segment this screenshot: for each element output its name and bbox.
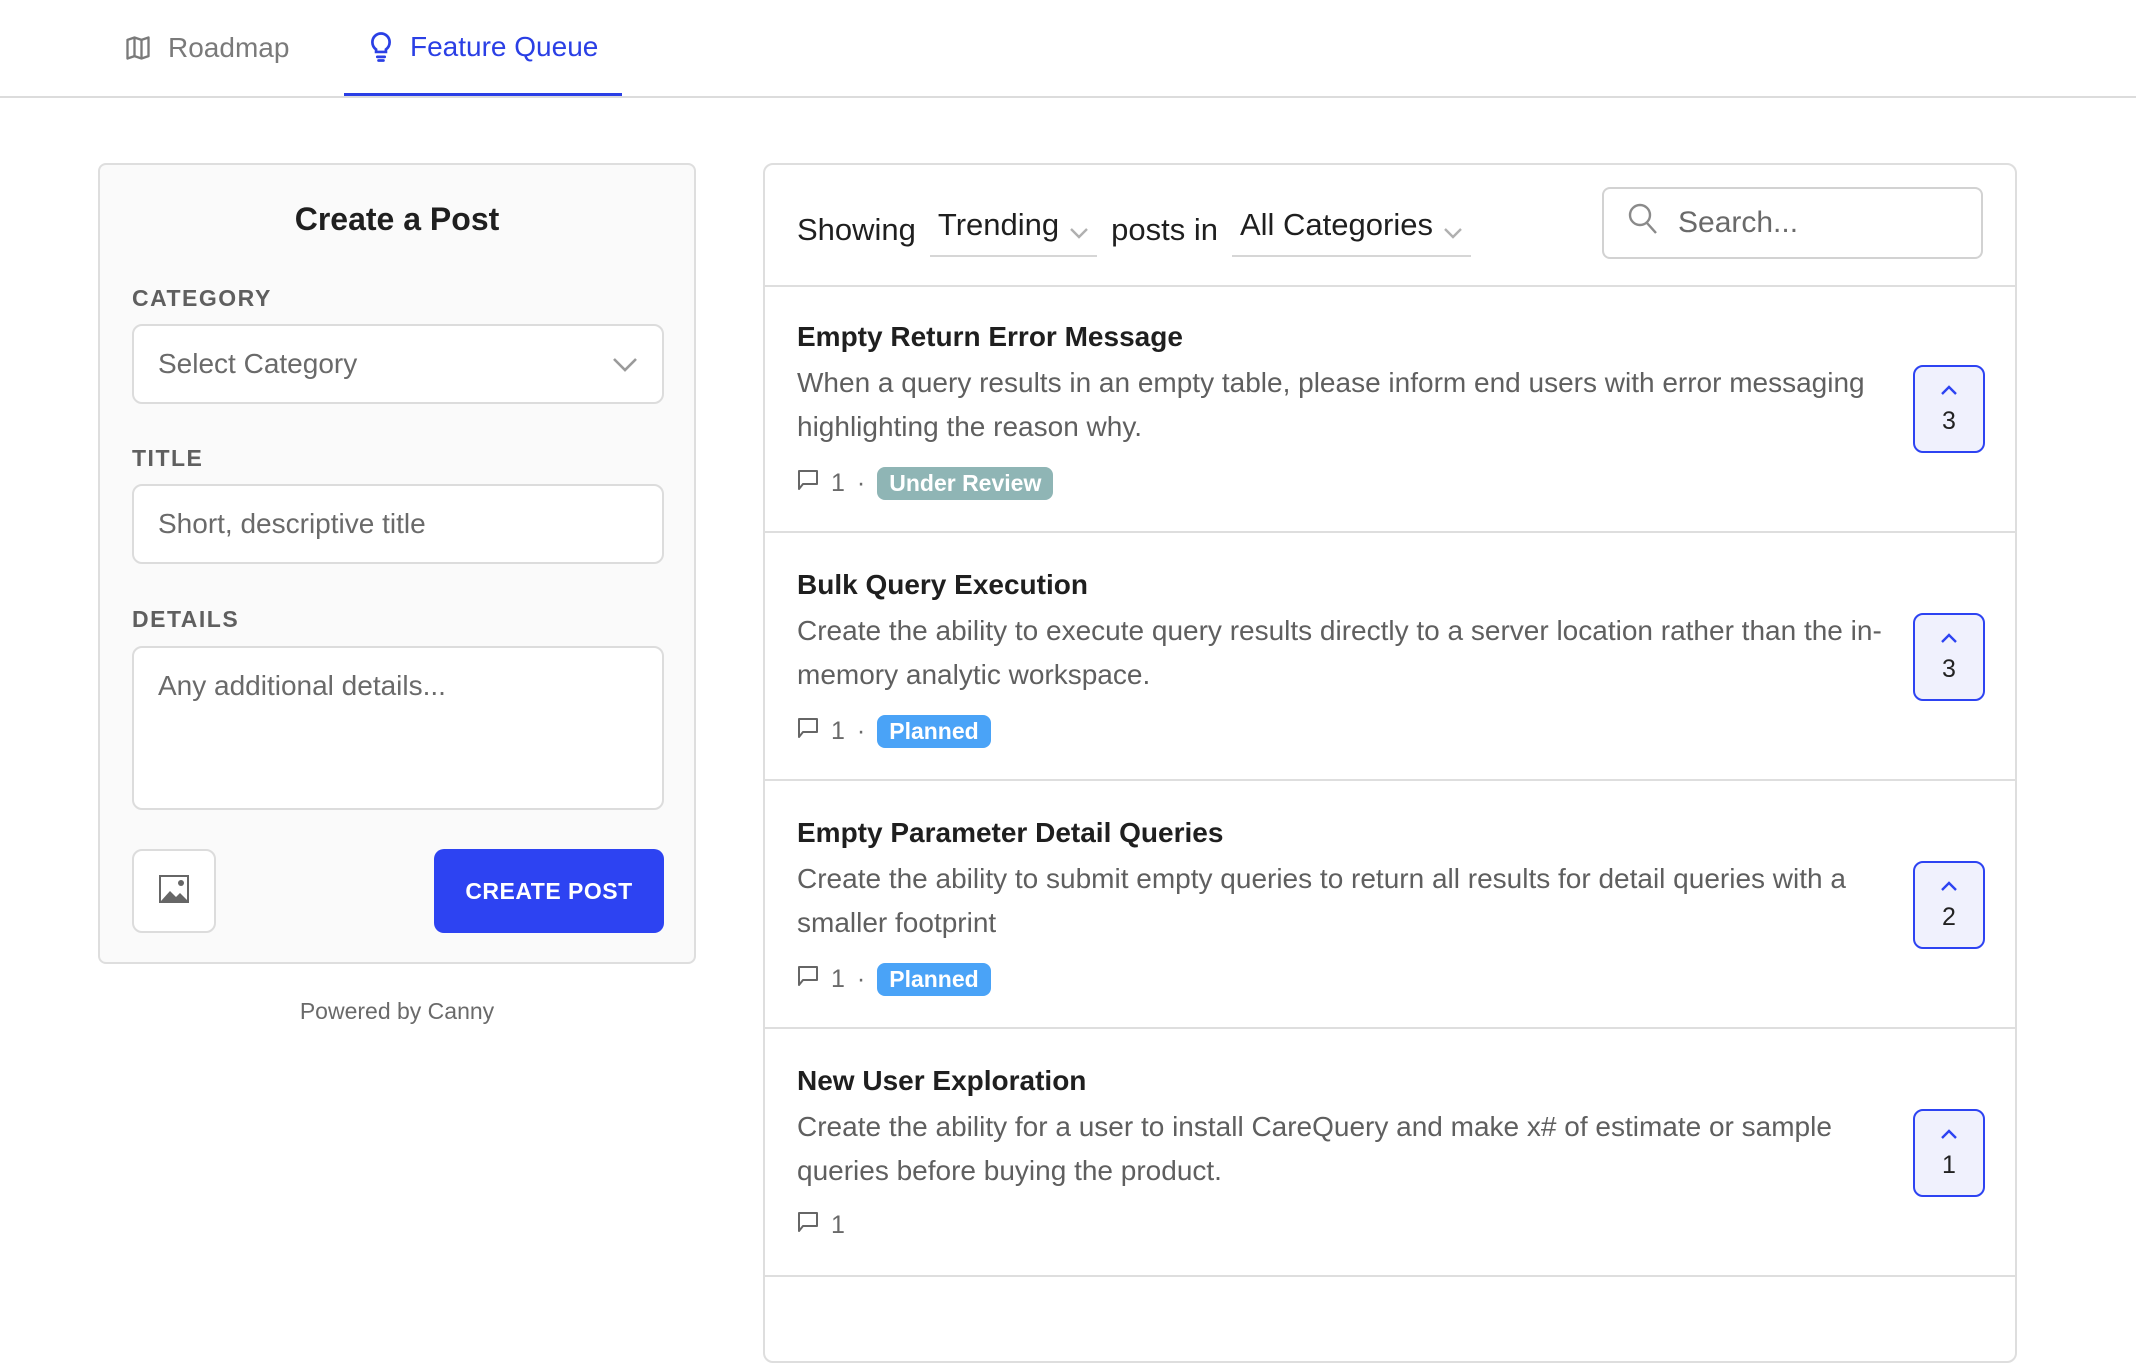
vote-count: 3 (1942, 654, 1956, 683)
chevron-down-icon (612, 348, 638, 380)
showing-label: Showing (797, 212, 916, 247)
map-icon (124, 34, 152, 62)
chevron-up-icon (1940, 631, 1958, 649)
post-meta: 1 · Planned (797, 963, 991, 996)
lightbulb-icon (368, 31, 394, 63)
posts-filter-bar: Showing Trending posts in All Categories… (765, 165, 2015, 287)
vote-count: 1 (1942, 1150, 1956, 1179)
meta-separator: · (856, 965, 866, 993)
vote-count: 2 (1942, 902, 1956, 931)
post-description: When a query results in an empty table, … (797, 367, 1865, 442)
posts-panel: Showing Trending posts in All Categories… (763, 163, 2017, 1363)
comment-count: 1 (831, 469, 845, 497)
sort-dropdown[interactable]: Trending (929, 203, 1098, 257)
create-post-title: Create a Post (294, 201, 500, 237)
comment-icon (797, 717, 819, 746)
create-post-button[interactable]: CREATE POST (434, 849, 664, 933)
upvote-button[interactable]: 3 (1913, 365, 1985, 453)
post-title[interactable]: Empty Parameter Detail Queries (797, 817, 1223, 849)
chevron-up-icon (1940, 879, 1958, 897)
search-input[interactable]: Search... (1602, 187, 1983, 259)
comment-icon (797, 1211, 819, 1240)
title-input-placeholder: Short, descriptive title (158, 508, 426, 539)
meta-separator: · (856, 469, 866, 497)
post-meta: 1 · Planned (797, 715, 991, 748)
title-label: TITLE (132, 445, 204, 471)
tab-feature-queue-label: Feature Queue (410, 30, 599, 62)
chevron-down-icon (1443, 211, 1463, 247)
comment-count: 1 (831, 717, 845, 745)
category-select-value: Select Category (158, 348, 358, 379)
post-item[interactable]: New User Exploration Create the ability … (765, 1029, 2015, 1277)
create-post-panel: Create a Post CATEGORY Select Category T… (98, 163, 696, 964)
status-badge: Under Review (877, 467, 1054, 500)
tab-bar: Roadmap Feature Queue (0, 0, 2136, 98)
post-meta: 1 (797, 1211, 845, 1240)
attach-image-button[interactable] (132, 849, 216, 933)
post-title[interactable]: Bulk Query Execution (797, 569, 1088, 601)
category-filter-dropdown[interactable]: All Categories (1231, 203, 1471, 257)
status-badge: Planned (877, 963, 991, 996)
image-icon (159, 874, 189, 908)
details-textarea[interactable]: Any additional details... (132, 646, 664, 810)
sort-dropdown-value: Trending (937, 207, 1060, 242)
upvote-button[interactable]: 1 (1913, 1109, 1985, 1197)
post-item[interactable]: Bulk Query Execution Create the ability … (765, 533, 2015, 781)
chevron-up-icon (1940, 1127, 1958, 1145)
tab-feature-queue[interactable]: Feature Queue (344, 0, 623, 96)
meta-separator: · (856, 717, 866, 745)
status-badge: Planned (877, 715, 991, 748)
search-icon (1628, 203, 1658, 243)
tab-roadmap-label: Roadmap (168, 32, 290, 63)
upvote-button[interactable]: 2 (1913, 861, 1985, 949)
comment-icon (797, 469, 819, 498)
comment-count: 1 (831, 965, 845, 993)
posts-in-label: posts in (1111, 212, 1218, 247)
category-select[interactable]: Select Category (132, 324, 664, 404)
post-item[interactable]: Empty Return Error Message When a query … (765, 285, 2015, 533)
post-title[interactable]: Empty Return Error Message (797, 321, 1183, 353)
details-label: DETAILS (132, 606, 240, 632)
comment-icon (797, 965, 819, 994)
vote-count: 3 (1942, 406, 1956, 435)
post-title[interactable]: New User Exploration (797, 1065, 1086, 1097)
post-item[interactable]: Empty Parameter Detail Queries Create th… (765, 781, 2015, 1029)
category-filter-value: All Categories (1239, 207, 1433, 242)
details-textarea-placeholder: Any additional details... (158, 670, 446, 701)
title-input[interactable]: Short, descriptive title (132, 484, 664, 564)
post-description: Create the ability to submit empty queri… (797, 863, 1846, 938)
tab-roadmap[interactable]: Roadmap (124, 0, 289, 96)
upvote-button[interactable]: 3 (1913, 613, 1985, 701)
category-label: CATEGORY (132, 285, 272, 311)
filter-sentence: Showing Trending posts in All Categories (797, 203, 1485, 257)
chevron-down-icon (1069, 211, 1089, 247)
powered-by-link[interactable]: Powered by Canny (98, 998, 696, 1025)
post-description: Create the ability to execute query resu… (797, 615, 1882, 690)
post-description: Create the ability for a user to install… (797, 1111, 1832, 1186)
post-meta: 1 · Under Review (797, 467, 1054, 500)
chevron-up-icon (1940, 383, 1958, 401)
search-placeholder: Search... (1678, 206, 1799, 239)
comment-count: 1 (831, 1211, 845, 1239)
